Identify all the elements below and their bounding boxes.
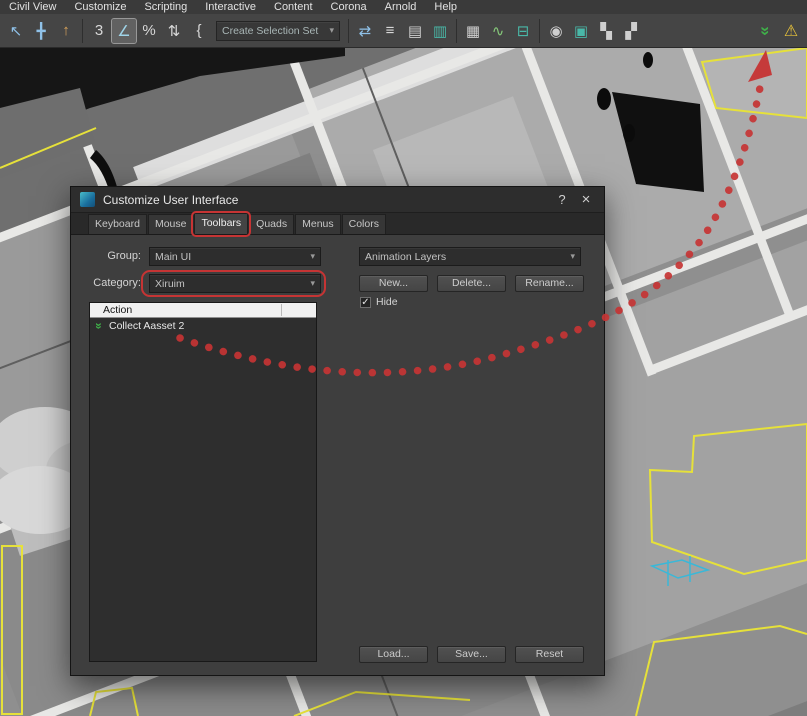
action-list-body[interactable]: » Collect Aasset 2 [90,318,316,334]
delete-button[interactable]: Delete... [437,275,506,292]
create-selection-set-label: Create Selection Set [222,24,319,37]
toolbar-separator [456,18,457,43]
spinner-snap-icon[interactable]: ⇅ [162,19,186,43]
scene-explorer-icon[interactable]: ▥ [428,19,452,43]
rename-button[interactable]: Rename... [515,275,584,292]
dialog-body: Group: Main UI ▾ Category: Xiruim ▾ Anim… [71,235,604,675]
tab-menus[interactable]: Menus [295,214,341,234]
toolbar-select-dropdown[interactable]: Animation Layers ▾ [359,247,581,266]
named-selection-icon[interactable]: { [187,19,211,43]
category-dropdown[interactable]: Xiruim ▾ [141,270,326,297]
group-value: Main UI [155,250,192,263]
tab-keyboard[interactable]: Keyboard [88,214,147,234]
hide-checkbox[interactable]: ✓ [360,296,371,308]
customize-ui-dialog: Customize User Interface ? × Keyboard Mo… [70,186,605,676]
curve-editor-icon[interactable]: ∿ [486,19,510,43]
select-and-place-icon[interactable]: ↑ [54,19,78,43]
tab-mouse[interactable]: Mouse [147,214,194,234]
menu-customize[interactable]: Customize [65,0,135,14]
layer-manager-icon[interactable]: ▤ [403,19,427,43]
hide-checkbox-row[interactable]: ✓ Hide [360,296,398,308]
group-dropdown[interactable]: Main UI ▾ [149,247,321,266]
angle-snap-icon[interactable]: ∠ [111,17,137,44]
percent-snap-icon[interactable]: % [137,19,161,43]
tab-colors[interactable]: Colors [341,214,386,234]
menu-interactive[interactable]: Interactive [196,0,265,14]
render-setup-icon[interactable]: ▣ [569,19,593,43]
new-button[interactable]: New... [359,275,428,292]
list-item-label: Collect Aasset 2 [109,320,185,332]
tab-toolbars-label: Toolbars [201,217,242,229]
dialog-tabs: Keyboard Mouse Toolbars Quads Menus Colo… [71,211,604,237]
reset-button[interactable]: Reset [515,646,584,663]
chevron-down-icon: ▾ [310,278,315,288]
collect-asset-icon: » [92,322,106,330]
hide-label: Hide [376,296,398,308]
toolbar-separator [539,18,540,43]
toolbar-separator [82,18,83,43]
chevron-down-icon: ▾ [570,251,575,261]
material-editor-icon[interactable]: ◉ [544,19,568,43]
list-item-collect-asset[interactable]: » Collect Aasset 2 [90,318,316,334]
menu-corona[interactable]: Corona [322,0,376,14]
screen: Civil View Customize Scripting Interacti… [0,0,807,716]
toolbar-separator [348,18,349,43]
dialog-titlebar[interactable]: Customize User Interface ? × [71,187,604,213]
action-list-header[interactable]: Action [90,303,316,318]
menu-help[interactable]: Help [425,0,466,14]
dialog-help-button[interactable]: ? [550,192,574,207]
menu-scripting[interactable]: Scripting [135,0,196,14]
save-button[interactable]: Save... [437,646,506,663]
align-icon[interactable]: ≡ [378,19,402,43]
tab-toolbars[interactable]: Toolbars [191,211,252,237]
chevron-down-icon: ▾ [329,25,334,35]
main-toolbar: ↖ ╋ ↑ 3 ∠ % ⇅ { Create Selection Set ▾ ⇄… [0,14,807,48]
load-button[interactable]: Load... [359,646,428,663]
menu-content[interactable]: Content [265,0,322,14]
select-and-move-icon[interactable]: ╋ [29,19,53,43]
chevron-down-icon: ▾ [310,251,315,261]
max-logo-icon [80,192,95,207]
toolbar-select-value: Animation Layers [365,250,447,263]
collect-asset-icon[interactable]: » [754,19,778,43]
menu-civil-view[interactable]: Civil View [0,0,65,14]
mirror-icon[interactable]: ⇄ [353,19,377,43]
dialog-close-button[interactable]: × [574,191,598,208]
category-value: Xiruim [155,277,185,290]
render-production-icon[interactable]: ▞ [619,19,643,43]
menu-arnold[interactable]: Arnold [376,0,426,14]
schematic-view-icon[interactable]: ⊟ [511,19,535,43]
tab-quads[interactable]: Quads [249,214,295,234]
dialog-title: Customize User Interface [103,192,239,207]
snaps-toggle-icon[interactable]: 3 [87,19,111,43]
group-label: Group: [107,250,141,262]
category-label: Category: [93,277,141,289]
rendered-frame-icon[interactable]: ▚ [594,19,618,43]
action-column-header: Action [103,304,133,316]
select-object-icon[interactable]: ↖ [4,19,28,43]
ribbon-toggle-icon[interactable]: ▦ [461,19,485,43]
menu-bar: Civil View Customize Scripting Interacti… [0,0,807,14]
create-selection-set-combo[interactable]: Create Selection Set ▾ [216,20,340,41]
check-icon: ✓ [361,296,370,308]
collect-asset-glyph: » [757,25,776,36]
action-list: Action » Collect Aasset 2 [89,302,317,662]
warning-icon[interactable]: ⚠ [779,19,803,43]
